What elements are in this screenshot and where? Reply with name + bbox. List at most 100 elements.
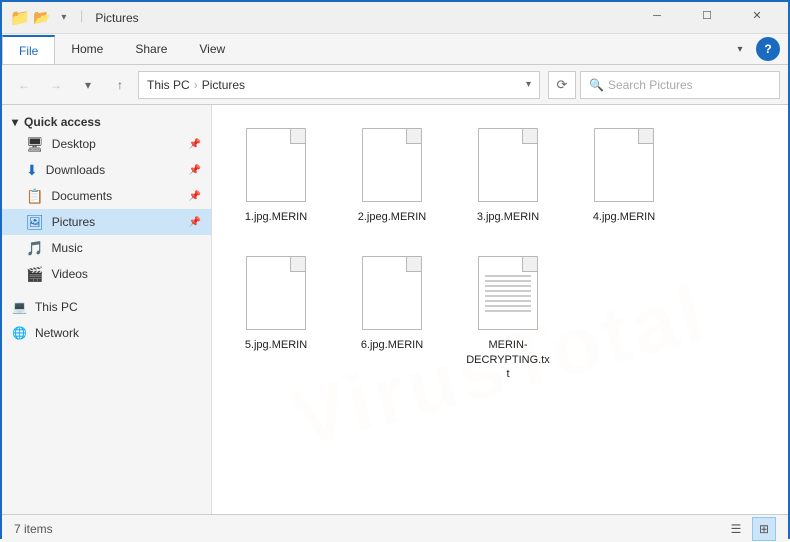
file-icon-7 (474, 254, 542, 334)
file-label-4: 4.jpg.MERIN (593, 210, 655, 224)
sidebar-item-network[interactable]: 🌐 Network (2, 319, 211, 345)
content-area: 1.jpg.MERIN 2.jpeg.MERIN 3.jpg.MERIN (212, 105, 788, 514)
network-icon: 🌐 (12, 326, 27, 340)
thispc-icon: 💻 (12, 300, 27, 314)
forward-button[interactable]: → (42, 71, 70, 99)
qa-btn-1[interactable]: 📂 (32, 8, 52, 28)
file-page-7 (478, 256, 538, 330)
file-item-2[interactable]: 2.jpeg.MERIN (342, 119, 442, 231)
sidebar-item-desktop[interactable]: 🖥 Desktop 📌 (2, 131, 211, 157)
breadcrumb-sep: › (194, 78, 198, 92)
window-title: Pictures (95, 11, 634, 25)
ribbon: File Home Share View ▾ ? (2, 34, 788, 65)
file-item-5[interactable]: 5.jpg.MERIN (226, 247, 326, 388)
search-icon: 🔍 (589, 78, 604, 92)
file-item-4[interactable]: 4.jpg.MERIN (574, 119, 674, 231)
title-separator: | (80, 8, 83, 28)
back-button[interactable]: ← (10, 71, 38, 99)
grid-view-button[interactable]: ⊞ (752, 517, 776, 541)
close-button[interactable]: ✕ (734, 0, 780, 32)
status-count: 7 items (14, 522, 53, 536)
quick-access-label: Quick access (24, 115, 101, 129)
sidebar-item-pictures[interactable]: 🖼 Pictures 📌 (2, 209, 211, 235)
sidebar-section-quick-access[interactable]: ▾ Quick access (2, 109, 211, 131)
file-label-3: 3.jpg.MERIN (477, 210, 539, 224)
videos-icon: 🎬 (26, 266, 43, 283)
file-icon-3 (474, 126, 542, 206)
file-page-1 (246, 128, 306, 202)
file-label-6: 6.jpg.MERIN (361, 338, 423, 352)
downloads-icon: ⬇ (26, 162, 38, 179)
sidebar-item-music[interactable]: 🎵 Music (2, 235, 211, 261)
sidebar-item-music-label: Music (51, 241, 82, 255)
breadcrumb: This PC › Pictures ▾ (138, 71, 540, 99)
pictures-icon: 🖼 (26, 214, 44, 231)
status-right: ☰ ⊞ (724, 517, 776, 541)
ribbon-collapse-arrow[interactable]: ▾ (728, 37, 752, 61)
file-label-1: 1.jpg.MERIN (245, 210, 307, 224)
status-bar: 7 items ☰ ⊞ (2, 514, 788, 542)
sidebar-item-network-label: Network (35, 326, 79, 340)
sidebar-item-thispc[interactable]: 💻 This PC (2, 293, 211, 319)
file-label-5: 5.jpg.MERIN (245, 338, 307, 352)
sidebar-item-videos[interactable]: 🎬 Videos (2, 261, 211, 287)
documents-icon: 📋 (26, 188, 43, 205)
breadcrumb-down-arrow[interactable]: ▾ (526, 79, 531, 90)
maximize-button[interactable]: ☐ (684, 0, 730, 32)
help-button[interactable]: ? (756, 37, 780, 61)
file-page-3 (478, 128, 538, 202)
desktop-icon: 🖥 (26, 136, 44, 153)
file-icon-2 (358, 126, 426, 206)
folder-icon: 📁 (10, 8, 30, 28)
tab-view[interactable]: View (183, 34, 241, 64)
refresh-button[interactable]: ⟳ (548, 71, 576, 99)
file-page-4 (594, 128, 654, 202)
search-box[interactable]: 🔍 Search Pictures (580, 71, 780, 99)
chevron-icon: ▾ (12, 115, 18, 129)
file-icon-1 (242, 126, 310, 206)
pin-icon-documents: 📌 (189, 191, 201, 202)
tab-share[interactable]: Share (119, 34, 183, 64)
file-item-3[interactable]: 3.jpg.MERIN (458, 119, 558, 231)
sidebar-item-downloads[interactable]: ⬇ Downloads 📌 (2, 157, 211, 183)
sidebar: ▾ Quick access 🖥 Desktop 📌 ⬇ Downloads 📌… (2, 105, 212, 514)
sidebar-item-videos-label: Videos (51, 267, 87, 281)
ribbon-right: ▾ ? (728, 34, 788, 64)
up-button[interactable]: ↑ (106, 71, 134, 99)
file-item-6[interactable]: 6.jpg.MERIN (342, 247, 442, 388)
address-bar: ← → ▾ ↑ This PC › Pictures ▾ ⟳ 🔍 Search … (2, 65, 788, 105)
recent-locations-button[interactable]: ▾ (74, 71, 102, 99)
pin-icon-pictures: 📌 (189, 217, 201, 228)
breadcrumb-pictures[interactable]: Pictures (202, 78, 245, 92)
ribbon-tabs: File Home Share View ▾ ? (2, 34, 788, 64)
sidebar-item-pictures-label: Pictures (52, 215, 95, 229)
file-page-6 (362, 256, 422, 330)
qa-btn-arrow[interactable]: ▾ (54, 8, 74, 28)
title-bar: 📁 📂 ▾ | Pictures ─ ☐ ✕ (2, 2, 788, 34)
search-placeholder: Search Pictures (608, 78, 771, 92)
breadcrumb-thispc[interactable]: This PC (147, 78, 190, 92)
file-page-5 (246, 256, 306, 330)
main-layout: ▾ Quick access 🖥 Desktop 📌 ⬇ Downloads 📌… (2, 105, 788, 514)
quick-access-toolbar: 📁 📂 ▾ | (10, 8, 87, 28)
tab-file[interactable]: File (2, 35, 55, 64)
file-label-7: MERIN-DECRYPTING.txt (465, 338, 551, 381)
sidebar-item-documents[interactable]: 📋 Documents 📌 (2, 183, 211, 209)
pin-icon-downloads: 📌 (189, 165, 201, 176)
sidebar-item-documents-label: Documents (51, 189, 112, 203)
music-icon: 🎵 (26, 240, 43, 257)
list-view-button[interactable]: ☰ (724, 517, 748, 541)
file-label-2: 2.jpeg.MERIN (358, 210, 426, 224)
file-grid: 1.jpg.MERIN 2.jpeg.MERIN 3.jpg.MERIN (222, 115, 778, 392)
minimize-button[interactable]: ─ (634, 0, 680, 32)
file-icon-4 (590, 126, 658, 206)
pin-icon-desktop: 📌 (189, 139, 201, 150)
window-controls: ─ ☐ ✕ (634, 4, 780, 32)
file-item-7[interactable]: MERIN-DECRYPTING.txt (458, 247, 558, 388)
file-icon-5 (242, 254, 310, 334)
tab-home[interactable]: Home (55, 34, 119, 64)
file-page-2 (362, 128, 422, 202)
file-item-1[interactable]: 1.jpg.MERIN (226, 119, 326, 231)
sidebar-item-desktop-label: Desktop (52, 137, 96, 151)
sidebar-item-thispc-label: This PC (35, 300, 78, 314)
